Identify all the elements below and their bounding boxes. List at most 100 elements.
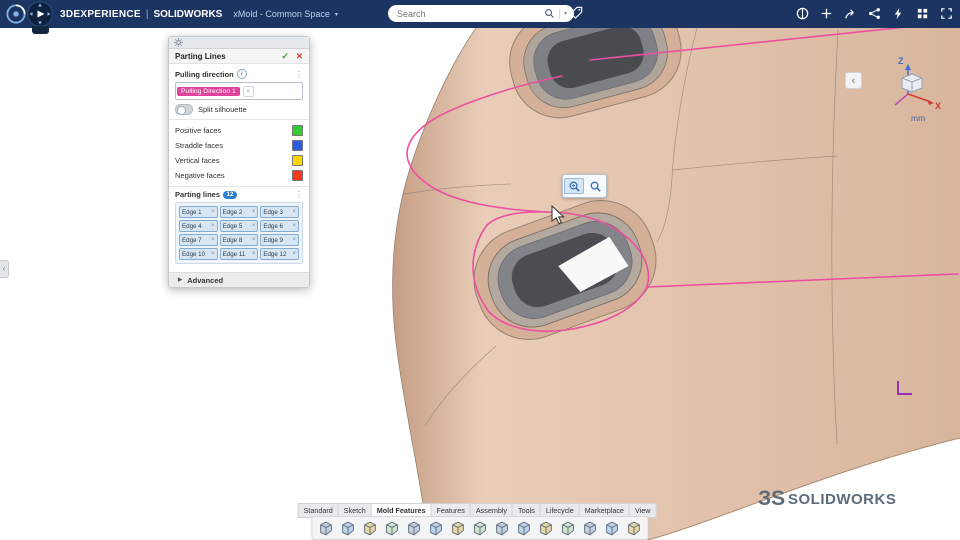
brand-separator: |: [145, 8, 149, 20]
edge-remove-icon[interactable]: ×: [292, 251, 296, 257]
apps-icon[interactable]: [914, 6, 930, 22]
draft-analysis-icon[interactable]: [448, 519, 469, 537]
advanced-expander[interactable]: ▶ Advanced: [169, 272, 309, 287]
face-color-label: Negative faces: [175, 171, 225, 180]
brand-name: 3DEXPERIENCE: [60, 8, 141, 20]
edge-remove-icon[interactable]: ×: [252, 251, 256, 257]
model-viewport[interactable]: [0, 28, 960, 540]
face-color-label: Positive faces: [175, 126, 222, 135]
split-silhouette-label: Split silhouette: [198, 105, 247, 114]
face-color-row: Negative faces: [175, 168, 303, 183]
edge-remove-icon[interactable]: ×: [252, 223, 256, 229]
edge-chip-label: Edge 2: [222, 208, 243, 216]
edge-chip[interactable]: Edge 3 ×: [260, 206, 299, 218]
edge-remove-icon[interactable]: ×: [211, 237, 215, 243]
search-icon[interactable]: [544, 8, 555, 19]
previous-view-button[interactable]: ‹: [845, 72, 862, 89]
edge-remove-icon[interactable]: ×: [211, 209, 215, 215]
edge-remove-icon[interactable]: ×: [211, 223, 215, 229]
print-icon[interactable]: [382, 519, 403, 537]
parting-lines-section: Parting lines 12 ⋮: [175, 190, 303, 199]
edge-chip[interactable]: Edge 4 ×: [179, 220, 218, 232]
pulling-direction-label: Pulling direction: [175, 69, 234, 79]
network-icon[interactable]: [866, 6, 882, 22]
divider: [169, 186, 309, 187]
workspace-chevron-icon[interactable]: ▾: [335, 11, 338, 18]
section-menu-icon[interactable]: ⋮: [295, 70, 303, 79]
edge-remove-icon[interactable]: ×: [252, 209, 256, 215]
undercut-analysis-icon[interactable]: [470, 519, 491, 537]
edge-chip[interactable]: Edge 2 ×: [219, 206, 259, 218]
search-input[interactable]: [395, 7, 540, 20]
edge-remove-icon[interactable]: ×: [252, 237, 256, 243]
chip-remove-icon[interactable]: ×: [242, 85, 254, 97]
share-icon[interactable]: [842, 6, 858, 22]
panel-flyout-tab[interactable]: ‹: [0, 260, 9, 278]
face-color-swatch[interactable]: [292, 125, 303, 136]
face-color-row: Positive faces: [175, 123, 303, 138]
save-icon[interactable]: [360, 519, 381, 537]
parting-lines-icon[interactable]: [492, 519, 513, 537]
face-color-swatch[interactable]: [292, 155, 303, 166]
property-manager-tab-icon[interactable]: [174, 38, 183, 47]
axis-x-label: X: [935, 101, 941, 111]
sketch-origin-icon: [897, 381, 912, 395]
compass-drawer-tab[interactable]: [32, 26, 49, 34]
settings-icon[interactable]: [404, 519, 425, 537]
edge-selection-list: Edge 1 × Edge 2 × Edge 3 × Edge 4 × Edge 5 × Edge …: [175, 202, 303, 264]
status-icon[interactable]: [794, 6, 810, 22]
edge-chip[interactable]: Edge 11 ×: [219, 248, 259, 260]
edge-chip-label: Edge 6: [263, 222, 283, 230]
axis-z-label: Z: [898, 56, 904, 66]
fullscreen-icon[interactable]: [938, 6, 954, 22]
core-icon[interactable]: [580, 519, 601, 537]
edge-chip[interactable]: Edge 5 ×: [219, 220, 259, 232]
app-name: SOLIDWORKS: [153, 8, 223, 20]
edge-remove-icon[interactable]: ×: [211, 251, 215, 257]
edge-chip-label: Edge 12: [263, 250, 287, 258]
face-color-swatch[interactable]: [292, 140, 303, 151]
rebuild-icon[interactable]: [426, 519, 447, 537]
3dexperience-logo-icon[interactable]: [6, 4, 26, 24]
edge-remove-icon[interactable]: ×: [292, 237, 296, 243]
face-color-swatch[interactable]: [292, 170, 303, 181]
edge-chip[interactable]: Edge 8 ×: [219, 234, 259, 246]
search-bar[interactable]: ▾: [388, 5, 574, 22]
edge-chip[interactable]: Edge 6 ×: [260, 220, 299, 232]
app-title: 3DEXPERIENCE | SOLIDWORKS xMold - Common…: [60, 0, 338, 28]
lightning-icon[interactable]: [890, 6, 906, 22]
info-icon[interactable]: i: [236, 69, 247, 79]
edge-remove-icon[interactable]: ×: [292, 223, 296, 229]
sketch-icon[interactable]: [338, 519, 359, 537]
tag-icon[interactable]: [567, 5, 585, 23]
edge-chip[interactable]: Edge 7 ×: [179, 234, 218, 246]
edge-chip-label: Edge 11: [222, 250, 246, 258]
command-manager-toolbar: [311, 516, 649, 540]
section-view-icon[interactable]: [624, 519, 645, 537]
edge-chip[interactable]: Edge 12 ×: [260, 248, 299, 260]
pulling-direction-input[interactable]: Pulling Direction 1 ×: [175, 82, 303, 100]
ok-button[interactable]: ✓: [281, 51, 289, 62]
edge-chip[interactable]: Edge 9 ×: [260, 234, 299, 246]
workspace-switcher[interactable]: xMold - Common Space: [233, 9, 330, 19]
parting-surfaces-icon[interactable]: [536, 519, 557, 537]
section-menu-icon[interactable]: ⋮: [295, 190, 303, 199]
edge-chip[interactable]: Edge 1 ×: [179, 206, 218, 218]
magnifying-glass-icon[interactable]: [585, 178, 605, 194]
edge-chip-label: Edge 8: [222, 236, 243, 244]
select-icon[interactable]: [316, 519, 337, 537]
zoom-to-selection-icon[interactable]: [564, 178, 584, 194]
pulling-direction-chip[interactable]: Pulling Direction 1: [177, 86, 240, 96]
edge-remove-icon[interactable]: ×: [292, 209, 296, 215]
measure-icon[interactable]: [602, 519, 623, 537]
add-icon[interactable]: [818, 6, 834, 22]
context-mini-toolbar: [562, 174, 607, 198]
shut-off-surfaces-icon[interactable]: [514, 519, 535, 537]
3dexperience-compass-icon[interactable]: [27, 1, 53, 27]
parting-lines-count-badge: 12: [223, 190, 237, 199]
tooling-split-icon[interactable]: [558, 519, 579, 537]
split-silhouette-toggle[interactable]: [175, 104, 193, 115]
cancel-button[interactable]: ✕: [296, 51, 303, 62]
edge-chip-label: Edge 4: [182, 222, 202, 230]
edge-chip[interactable]: Edge 10 ×: [179, 248, 218, 260]
